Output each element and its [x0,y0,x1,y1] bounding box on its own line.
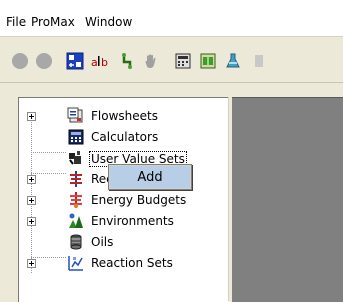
table-button[interactable] [198,51,218,71]
environment-icon [69,213,83,228]
flask-button[interactable] [223,51,243,71]
svg-text:a: a [91,56,98,69]
flowsheet-icon [67,107,83,123]
tree-item-label: Calculators [91,130,159,144]
circle-icon [12,53,28,69]
expand-icon[interactable] [27,112,36,121]
calculator-icon [68,129,84,145]
expand-icon[interactable] [27,217,36,226]
tree-item-calculators[interactable]: Calculators [19,127,224,147]
tree-item-label: Environments [91,214,174,228]
app-window: File ProMax Window a b Flowsheets Calcul… [0,0,343,302]
reaction-sets-icon [68,256,83,271]
toolbar-separator [0,82,343,83]
stop-button[interactable] [34,51,54,71]
tree-item-oils[interactable]: Oils [19,232,224,252]
ab-button[interactable]: a b [90,51,110,71]
expand-icon[interactable] [27,175,36,184]
hand-icon [145,54,156,68]
expand-icon[interactable] [27,259,36,268]
connector-button[interactable] [117,51,137,71]
menu-promax[interactable]: ProMax [31,15,75,29]
calculator-icon [175,53,191,69]
a-b-icon: a b [91,56,108,69]
context-menu: Add [108,164,192,190]
circle-icon [36,53,52,69]
table-icon [200,53,216,69]
tree-item-flowsheets[interactable]: Flowsheets [19,106,224,126]
more-button[interactable] [248,51,268,71]
svg-text:b: b [101,56,108,69]
connector-icon [122,53,132,69]
tree-item-label: Flowsheets [91,109,158,123]
partial-icon [255,55,263,67]
hand-button[interactable] [141,51,161,71]
record-button[interactable] [10,51,30,71]
tree-item-reaction-sets[interactable]: Reaction Sets [19,253,224,273]
expand-icon[interactable] [27,196,36,205]
tree-item-energy-budgets[interactable]: Energy Budgets [19,190,224,210]
calculator-button[interactable] [173,51,193,71]
tree-item-label: Oils [91,235,114,249]
grid-icon [66,52,84,70]
menu-window[interactable]: Window [85,15,132,29]
recovery-icon [70,171,82,187]
energy-budget-icon [70,192,82,208]
workspace-pane[interactable] [232,97,343,302]
context-menu-add[interactable]: Add [110,166,190,188]
flask-icon [226,53,240,68]
tree-item-label: Energy Budgets [91,193,187,207]
grid-button[interactable] [65,51,85,71]
tree-item-label: Reaction Sets [91,256,173,270]
toolbar: a b [0,37,343,81]
menu-file[interactable]: File [6,15,26,29]
tree-panel[interactable]: Flowsheets Calculators User Value Sets E… [18,97,229,302]
user-value-sets-icon [69,151,81,165]
menu-bar: File ProMax Window [0,0,343,37]
tree-item-environments[interactable]: Environments [19,211,224,231]
oils-icon [70,234,82,250]
